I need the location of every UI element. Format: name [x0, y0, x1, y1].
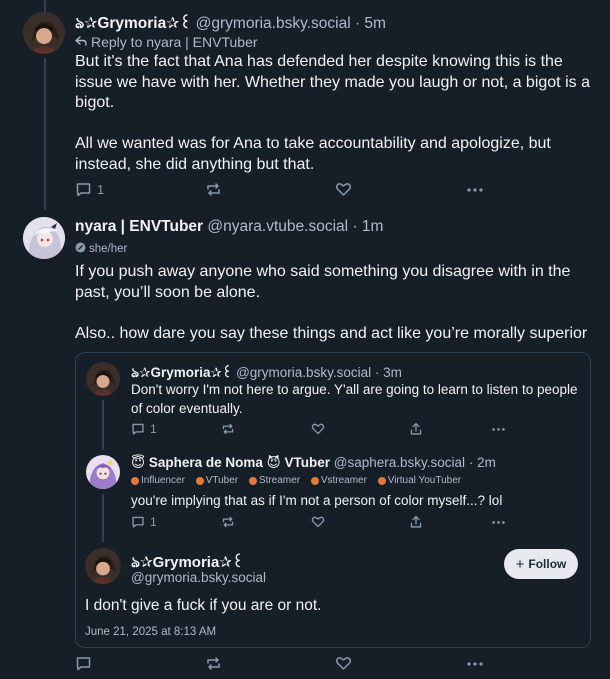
repost-arrows-icon: [221, 515, 235, 529]
heart-icon: [311, 422, 325, 436]
heart-icon: [335, 655, 352, 672]
badge: VTuber: [195, 475, 238, 486]
avatar[interactable]: [23, 12, 65, 54]
post-timestamp[interactable]: June 21, 2025 at 8:13 AM: [85, 626, 216, 638]
handle[interactable]: @nyara.vtube.social: [207, 218, 348, 235]
handle[interactable]: @grymoria.bsky.social: [196, 15, 351, 32]
ellipsis-icon: [491, 422, 506, 436]
like-button[interactable]: [335, 655, 352, 672]
pronouns-tag: she/her: [75, 242, 127, 256]
badge: Influencer: [131, 475, 185, 486]
repost-arrows-icon: [205, 181, 222, 198]
badge: Virtual YouTuber: [377, 475, 461, 486]
reply-to-indicator[interactable]: Reply to nyara | ENVTuber: [75, 34, 258, 50]
reply-count: 1: [97, 182, 105, 197]
post-text: you're implying that as if I'm not a per…: [131, 493, 503, 508]
flame-icon: [377, 476, 386, 485]
emoji-devil: 😈: [266, 455, 281, 470]
reply-button[interactable]: 1: [131, 422, 157, 436]
handle[interactable]: @saphera.bsky.social: [334, 455, 465, 470]
post-text: I don't give a fuck if you are or not.: [85, 597, 322, 614]
badge-row: Influencer VTuber Streamer Vstreamer Vir…: [131, 475, 469, 488]
repost-arrows-icon: [205, 655, 222, 672]
like-button[interactable]: [311, 515, 325, 529]
display-name[interactable]: nyara | ENVTuber: [75, 218, 203, 235]
reply-count: 1: [150, 515, 157, 529]
like-button[interactable]: [311, 422, 325, 436]
ellipsis-icon: [466, 181, 484, 198]
reply-count: 1: [150, 422, 157, 436]
post-text: If you push away anyone who said somethi…: [75, 263, 588, 342]
speech-bubble-icon: [131, 515, 145, 529]
share-icon: [409, 422, 423, 436]
display-name[interactable]: Saphera de Noma: [149, 455, 263, 470]
post-time[interactable]: · 5m: [355, 15, 386, 32]
share-button[interactable]: [409, 515, 423, 529]
display-name-suffix[interactable]: VTuber: [285, 455, 331, 470]
reply-button[interactable]: 1: [131, 515, 157, 529]
thread-line: [102, 400, 104, 450]
post-text: But it's the fact that Ana has defended …: [75, 53, 590, 173]
post-time[interactable]: · 3m: [375, 365, 402, 380]
flame-icon: [195, 476, 204, 485]
reply-arrow-icon: [75, 34, 87, 50]
repost-arrows-icon: [221, 422, 235, 436]
share-button[interactable]: [409, 422, 423, 436]
reply-button[interactable]: 1: [75, 181, 104, 198]
speech-bubble-icon: [75, 655, 92, 672]
repost-button[interactable]: [221, 422, 235, 436]
more-options-button[interactable]: [491, 422, 506, 436]
flame-icon: [310, 476, 319, 485]
badge: Vstreamer: [310, 475, 367, 486]
speech-bubble-icon: [131, 422, 145, 436]
display-name[interactable]: ঌ✰Grymoria✰꒰: [75, 15, 191, 32]
display-name[interactable]: ঌ✰Grymoria✰꒰: [131, 365, 232, 380]
reply-to-label: Reply to nyara | ENVTuber: [91, 34, 258, 50]
handle[interactable]: @grymoria.bsky.social: [236, 365, 371, 380]
pronoun-icon: [75, 242, 86, 256]
flame-icon: [248, 476, 257, 485]
handle[interactable]: @grymoria.bsky.social: [131, 570, 266, 585]
follow-label: Follow: [528, 557, 567, 571]
heart-icon: [311, 515, 325, 529]
post-time[interactable]: · 1m: [352, 218, 383, 235]
plus-icon: +: [515, 555, 525, 573]
repost-button[interactable]: [221, 515, 235, 529]
reply-button[interactable]: [75, 655, 92, 672]
post-header: nyara | ENVTuber @nyara.vtube.social · 1…: [75, 218, 383, 236]
more-options-button[interactable]: [466, 181, 484, 198]
avatar[interactable]: [86, 455, 120, 489]
avatar[interactable]: [85, 548, 121, 584]
pronouns-label: she/her: [89, 243, 128, 255]
badge: Streamer: [248, 475, 300, 486]
avatar[interactable]: [86, 362, 120, 396]
like-button[interactable]: [335, 181, 352, 198]
more-options-button[interactable]: [466, 655, 484, 672]
repost-button[interactable]: [205, 181, 222, 198]
speech-bubble-icon: [75, 181, 92, 198]
emoji-angel: 😇: [131, 455, 146, 470]
follow-button[interactable]: + Follow: [504, 549, 578, 579]
ellipsis-icon: [491, 515, 506, 529]
avatar[interactable]: [23, 217, 65, 259]
repost-button[interactable]: [205, 655, 222, 672]
share-icon: [409, 515, 423, 529]
thread-line: [44, 0, 46, 12]
heart-icon: [335, 181, 352, 198]
flame-icon: [131, 476, 139, 485]
ellipsis-icon: [466, 655, 484, 672]
post-time[interactable]: · 2m: [469, 455, 496, 470]
thread-line: [102, 494, 104, 542]
more-options-button[interactable]: [491, 515, 506, 529]
thread-line: [44, 58, 46, 210]
post-header: 😇 Saphera de Noma 😈 VTuber @saphera.bsky…: [131, 455, 496, 471]
post-text: Don't worry I'm not here to argue. Y'all…: [131, 382, 578, 416]
